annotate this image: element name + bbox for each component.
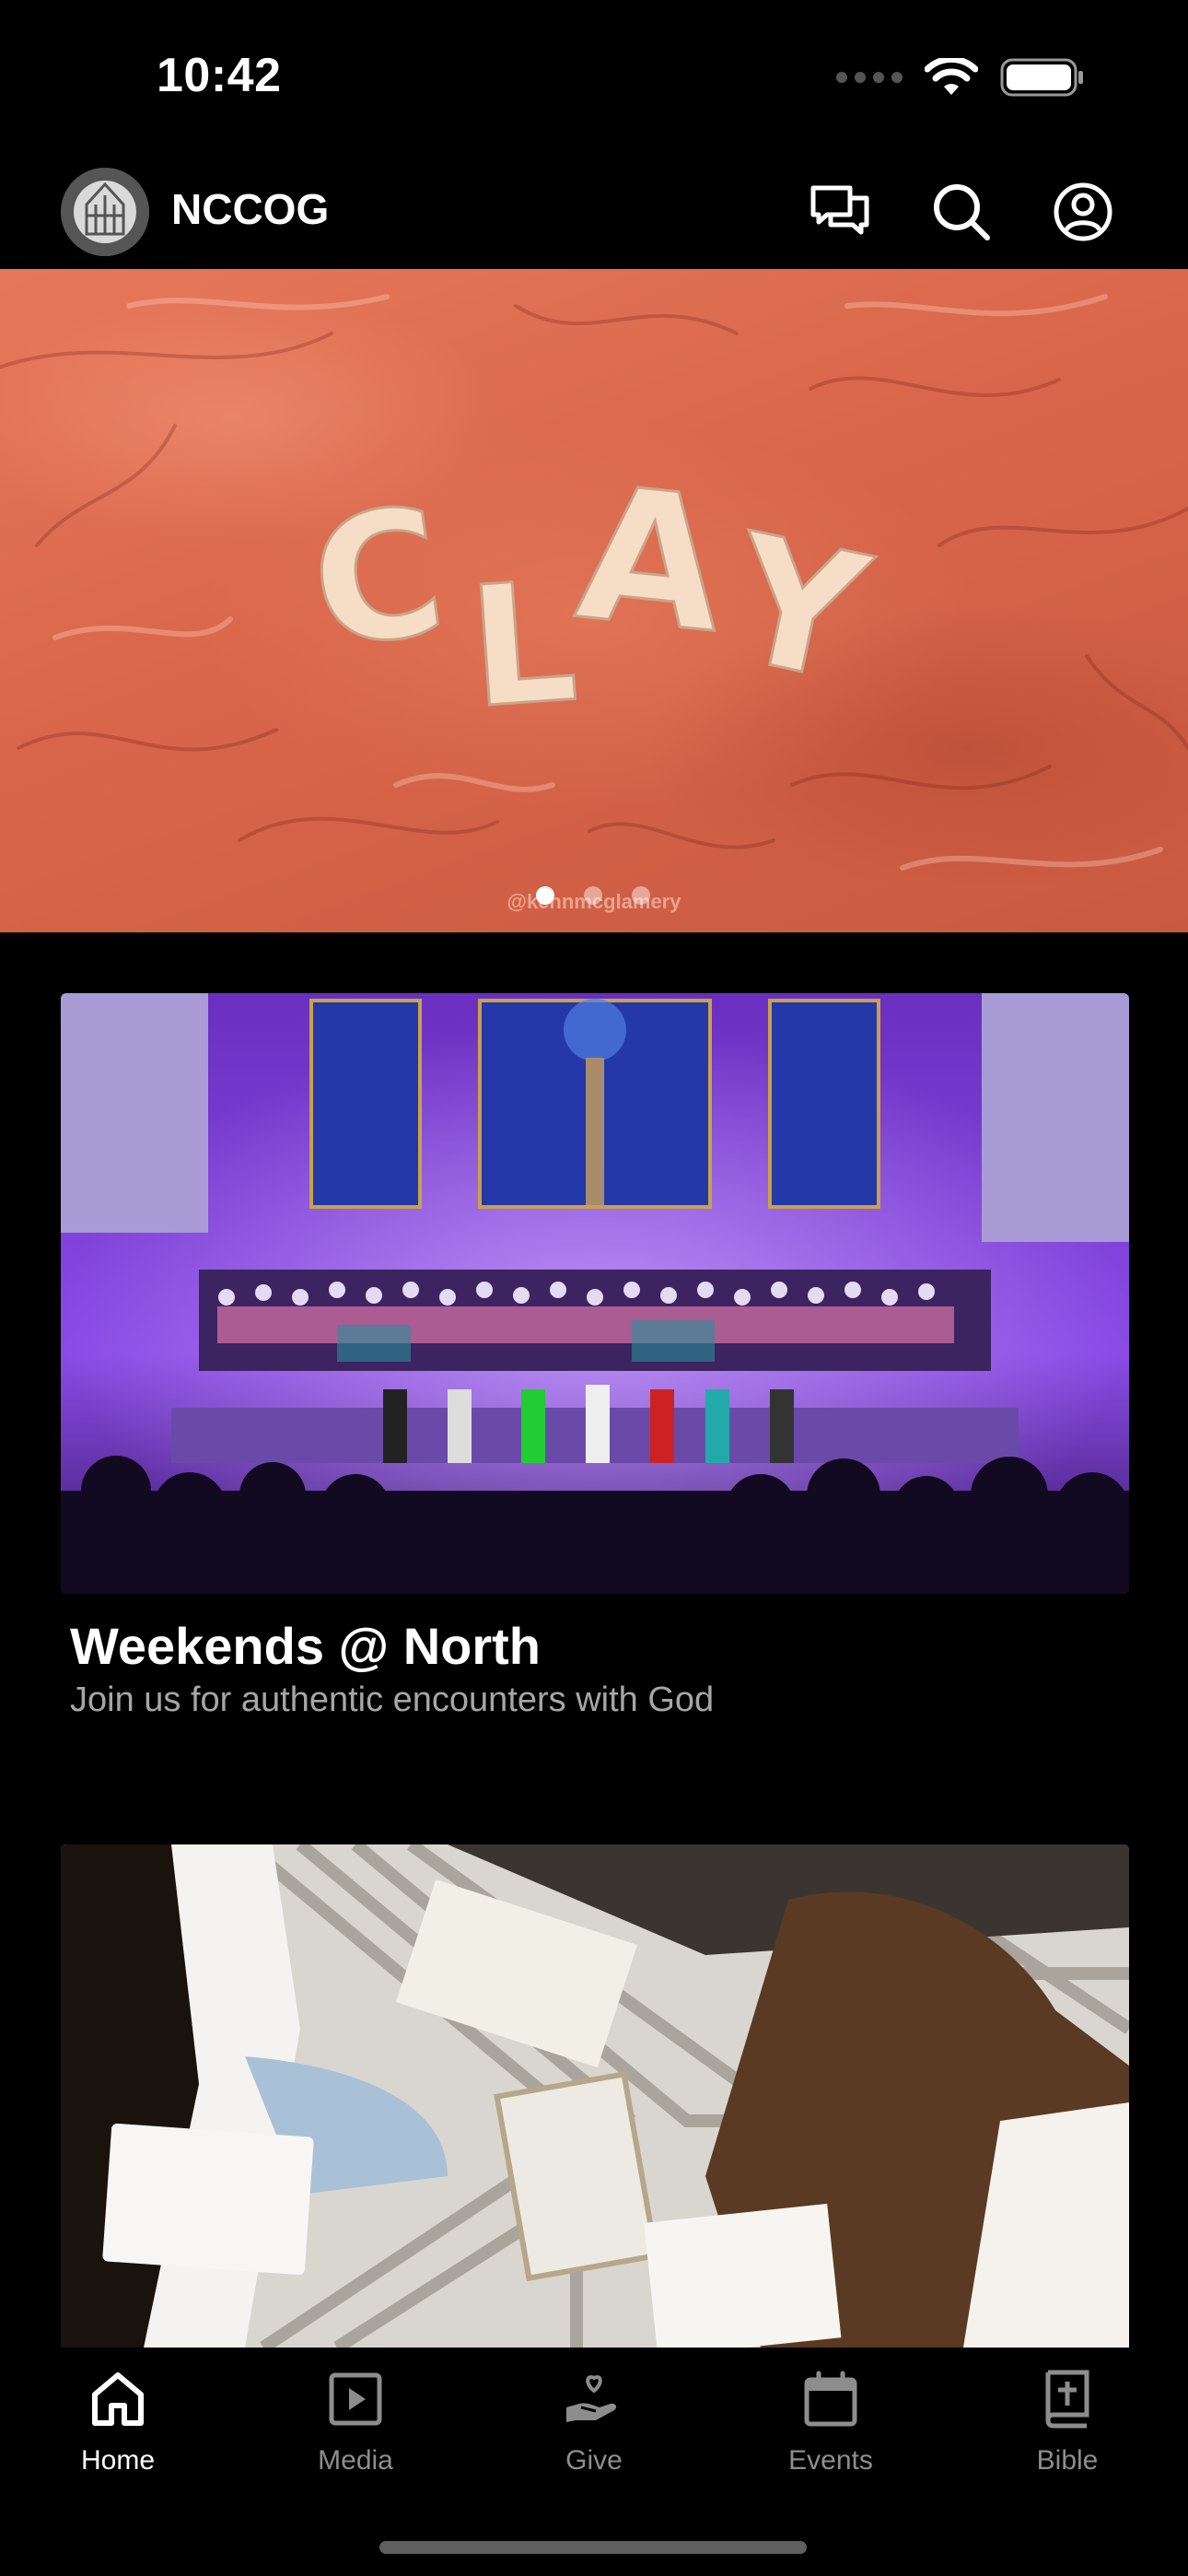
carousel-dot-1[interactable] xyxy=(536,886,554,905)
church-logo-icon[interactable] xyxy=(61,168,149,256)
home-icon xyxy=(85,2366,151,2432)
group-study-image[interactable] xyxy=(61,1844,1129,2348)
tab-give[interactable]: Give xyxy=(502,2366,686,2504)
tab-events[interactable]: Events xyxy=(739,2366,923,2504)
status-icons xyxy=(836,57,1085,98)
messages-button[interactable] xyxy=(803,175,877,249)
search-icon xyxy=(934,184,990,240)
hand-heart-icon xyxy=(561,2366,627,2432)
card-subtitle: Join us for authentic encounters with Go… xyxy=(70,1680,715,1719)
svg-text:C: C xyxy=(304,469,456,688)
svg-text:A: A xyxy=(569,446,733,674)
hero-carousel[interactable]: C L A Y @kennmcglamery xyxy=(0,269,1188,932)
tab-label: Events xyxy=(788,2445,873,2476)
carousel-dot-2[interactable] xyxy=(584,886,602,905)
tab-home[interactable]: Home xyxy=(26,2366,210,2504)
calendar-icon xyxy=(798,2366,864,2432)
carousel-pagination[interactable] xyxy=(536,886,650,905)
svg-text:Y: Y xyxy=(714,496,884,722)
profile-icon xyxy=(1054,182,1112,241)
home-indicator[interactable] xyxy=(379,2541,807,2554)
feature-card-study[interactable] xyxy=(61,1844,1129,2348)
clay-lettering: C L A Y xyxy=(304,445,885,730)
bible-cross-icon xyxy=(1034,2366,1101,2432)
status-bar: 10:42 xyxy=(0,0,1188,157)
app-name: NCCOG xyxy=(171,185,330,233)
tab-label: Media xyxy=(318,2445,393,2476)
cellular-signal-icon xyxy=(836,72,903,83)
profile-button[interactable] xyxy=(1046,175,1120,249)
search-button[interactable] xyxy=(925,175,998,249)
status-time: 10:42 xyxy=(157,49,282,102)
tab-bible[interactable]: Bible xyxy=(975,2366,1159,2504)
battery-icon xyxy=(1000,58,1083,97)
svg-text:L: L xyxy=(463,545,582,730)
tab-label: Bible xyxy=(1036,2445,1099,2476)
chat-bubbles-icon xyxy=(810,185,869,235)
tab-media[interactable]: Media xyxy=(263,2366,448,2504)
play-square-icon xyxy=(322,2366,389,2432)
tab-label: Home xyxy=(80,2445,156,2476)
carousel-dot-3[interactable] xyxy=(632,886,650,905)
tab-label: Give xyxy=(565,2445,623,2476)
feature-card-weekends[interactable]: Weekends @ North Join us for authentic e… xyxy=(61,993,1129,1739)
app-header: NCCOG xyxy=(0,157,1188,269)
wifi-icon xyxy=(925,58,978,95)
worship-stage-image[interactable] xyxy=(61,993,1129,1594)
card-title[interactable]: Weekends @ North xyxy=(70,1616,541,1676)
